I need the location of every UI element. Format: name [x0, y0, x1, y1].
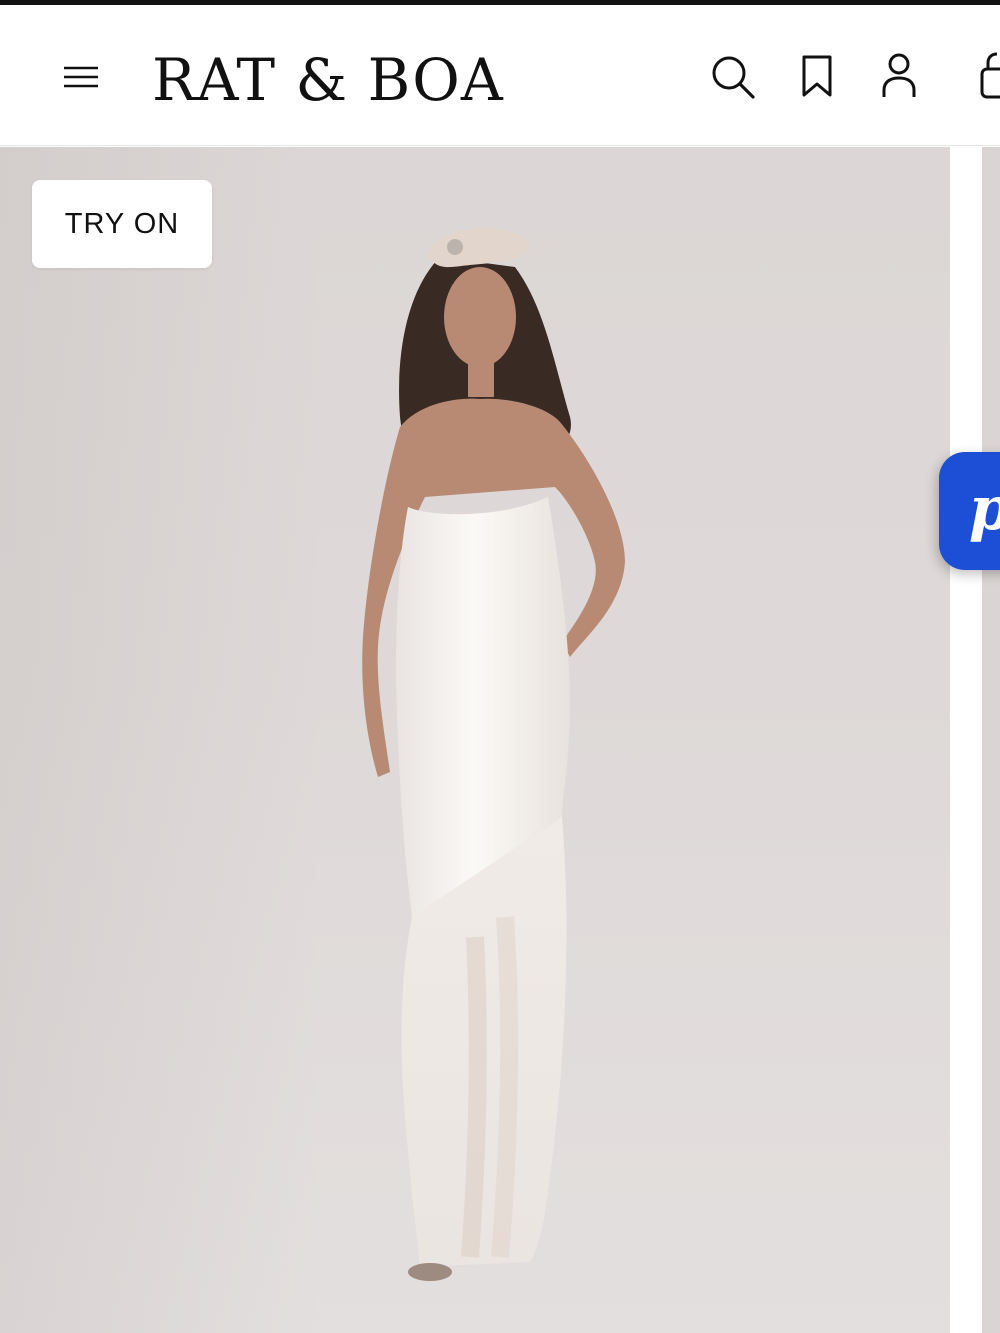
- try-on-button[interactable]: TRY ON: [32, 180, 212, 268]
- wishlist-button[interactable]: [790, 49, 844, 103]
- cart-button[interactable]: [972, 49, 1000, 103]
- product-gallery[interactable]: [0, 147, 1000, 1333]
- site-header: RAT & BOA: [0, 5, 1000, 146]
- menu-button[interactable]: [60, 60, 102, 94]
- brand-logo[interactable]: RAT & BOA: [152, 45, 504, 115]
- bag-icon: [980, 52, 1000, 99]
- search-icon: [712, 56, 755, 99]
- next-product-image[interactable]: [982, 147, 1000, 1333]
- chat-widget-icon: p: [969, 474, 1000, 544]
- product-image[interactable]: [0, 147, 950, 1333]
- model-photo: [362, 227, 625, 1281]
- hamburger-menu-icon: [64, 66, 98, 88]
- bookmark-icon: [802, 55, 832, 97]
- chat-widget-button[interactable]: p: [939, 452, 1000, 570]
- account-icon: [882, 53, 916, 97]
- account-button[interactable]: [872, 49, 926, 103]
- search-button[interactable]: [705, 49, 759, 103]
